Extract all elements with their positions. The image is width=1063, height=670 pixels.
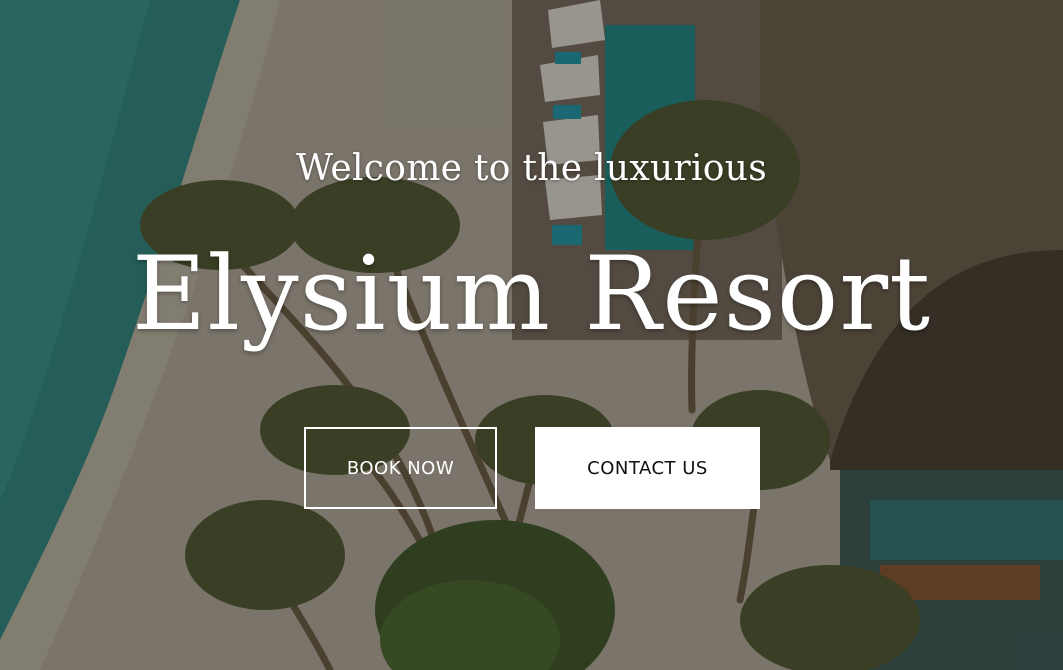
hero-section: Welcome to the luxurious Elysium Resort … — [0, 0, 1063, 670]
hero-title: Elysium Resort — [131, 235, 932, 354]
hero-content: Welcome to the luxurious Elysium Resort … — [0, 0, 1063, 670]
book-now-button[interactable]: BOOK NOW — [304, 427, 497, 509]
hero-subtitle: Welcome to the luxurious — [295, 148, 768, 189]
contact-us-button[interactable]: CONTACT US — [535, 427, 760, 509]
